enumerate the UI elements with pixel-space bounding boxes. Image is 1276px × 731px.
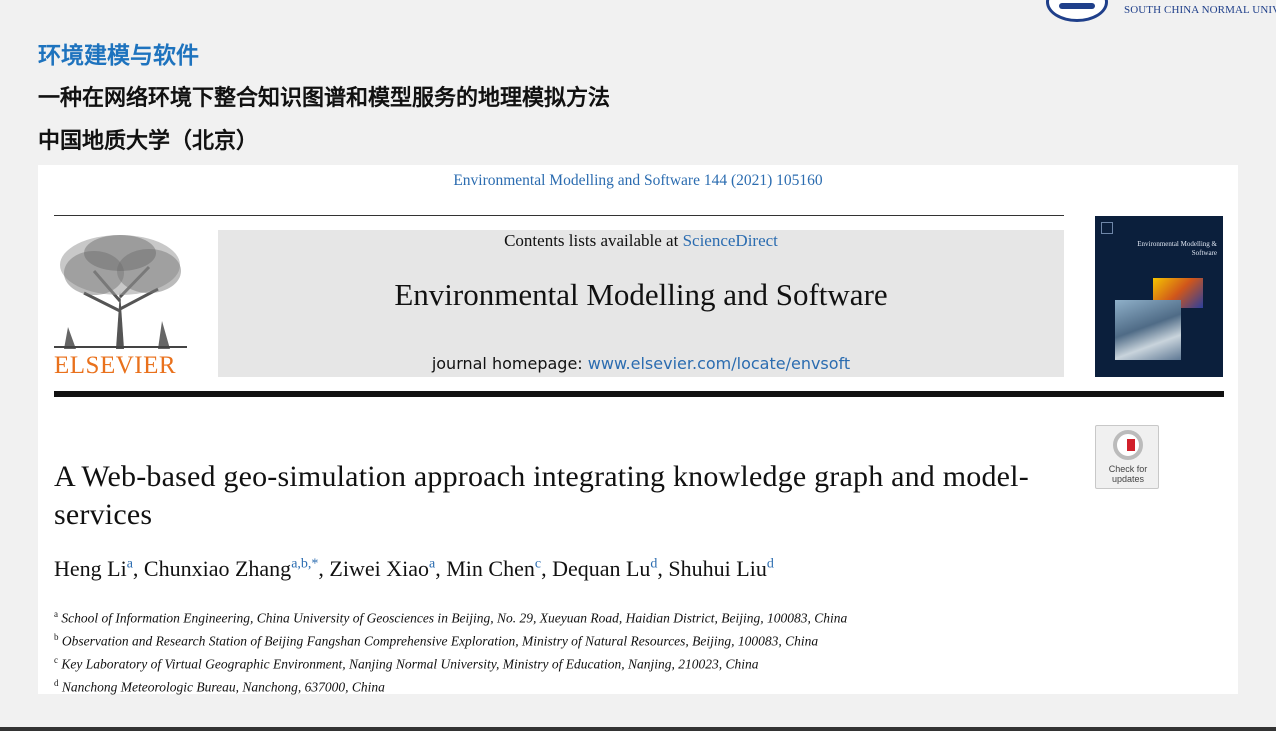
author-name: Heng Li [54, 556, 127, 581]
article-title: A Web-based geo-simulation approach inte… [54, 460, 1029, 531]
author-affiliation-mark[interactable]: d [767, 557, 774, 572]
crossmark-label: Check for updates [1108, 464, 1148, 484]
affiliation-key: b [54, 632, 59, 642]
affiliation-text: Key Laboratory of Virtual Geographic Env… [61, 656, 759, 672]
cover-logo-icon [1101, 222, 1113, 234]
author-affiliation-mark[interactable]: a [127, 557, 133, 572]
affiliation-item: d Nanchong Meteorologic Bureau, Nanchong… [54, 674, 847, 697]
affiliation-item: c Key Laboratory of Virtual Geographic E… [54, 651, 847, 674]
affiliation-text: Observation and Research Station of Beij… [61, 633, 819, 649]
affiliation-key: a [54, 609, 58, 619]
contents-prefix: Contents lists available at [504, 231, 679, 250]
cover-satellite-image [1115, 300, 1181, 360]
cover-title: Environmental Modelling & Software [1137, 240, 1217, 257]
affiliation-text: Nanchong Meteorologic Bureau, Nanchong, … [61, 679, 385, 695]
elsevier-tree-icon [54, 231, 187, 349]
affiliation-text: School of Information Engineering, China… [61, 610, 848, 626]
university-logo: SOUTH CHINA NORMAL UNIV [1040, 0, 1276, 24]
affiliation-item: b Observation and Research Station of Be… [54, 628, 847, 651]
journal-masthead: Contents lists available at ScienceDirec… [218, 230, 1064, 377]
check-for-updates-badge[interactable]: Check for updates [1095, 425, 1159, 489]
journal-cover-image: Environmental Modelling & Software [1095, 216, 1223, 377]
author-name: Ziwei Xiao [329, 556, 429, 581]
author-name: Chunxiao Zhang [143, 556, 292, 581]
author-affiliation-mark[interactable]: c [535, 557, 541, 572]
chinese-title: 一种在网络环境下整合知识图谱和模型服务的地理模拟方法 [38, 86, 611, 111]
author-affiliation-mark[interactable]: d [650, 557, 657, 572]
affiliation-item: a School of Information Engineering, Chi… [54, 605, 847, 628]
homepage-link[interactable]: www.elsevier.com/locate/envsoft [588, 354, 850, 373]
homepage-line: journal homepage: www.elsevier.com/locat… [218, 354, 1064, 373]
journal-name: Environmental Modelling and Software [394, 277, 888, 312]
elsevier-wordmark: ELSEVIER [54, 352, 177, 379]
bottom-bar [0, 727, 1276, 731]
masthead-rule [54, 391, 1224, 397]
institution-heading: 中国地质大学（北京） [38, 129, 259, 154]
author-name: Min Chen [446, 556, 535, 581]
homepage-prefix: journal homepage: [431, 354, 583, 373]
university-seal-icon [1046, 0, 1108, 22]
author-name: Shuhui Liu [668, 556, 767, 581]
author-name: Dequan Lu [552, 556, 651, 581]
journal-reference: Environmental Modelling and Software 144… [453, 172, 823, 189]
category-heading: 环境建模与软件 [38, 43, 199, 69]
elsevier-logo: ELSEVIER [54, 231, 189, 381]
sciencedirect-link[interactable]: ScienceDirect [683, 231, 778, 250]
paper-screenshot: Environmental Modelling and Software 144… [38, 165, 1238, 697]
author-list: Heng Lia, Chunxiao Zhanga,b,*, Ziwei Xia… [54, 556, 774, 581]
crossmark-flag-icon [1127, 439, 1135, 451]
university-name: SOUTH CHINA NORMAL UNIV [1124, 4, 1276, 16]
affiliation-list: a School of Information Engineering, Chi… [54, 605, 847, 697]
crossmark-icon [1113, 430, 1143, 460]
author-affiliation-mark[interactable]: a,b,* [291, 557, 318, 572]
contents-line: Contents lists available at ScienceDirec… [218, 231, 1064, 251]
affiliation-key: d [54, 678, 59, 688]
author-affiliation-mark[interactable]: a [429, 557, 435, 572]
affiliation-key: c [54, 655, 58, 665]
header-rule [54, 215, 1064, 216]
